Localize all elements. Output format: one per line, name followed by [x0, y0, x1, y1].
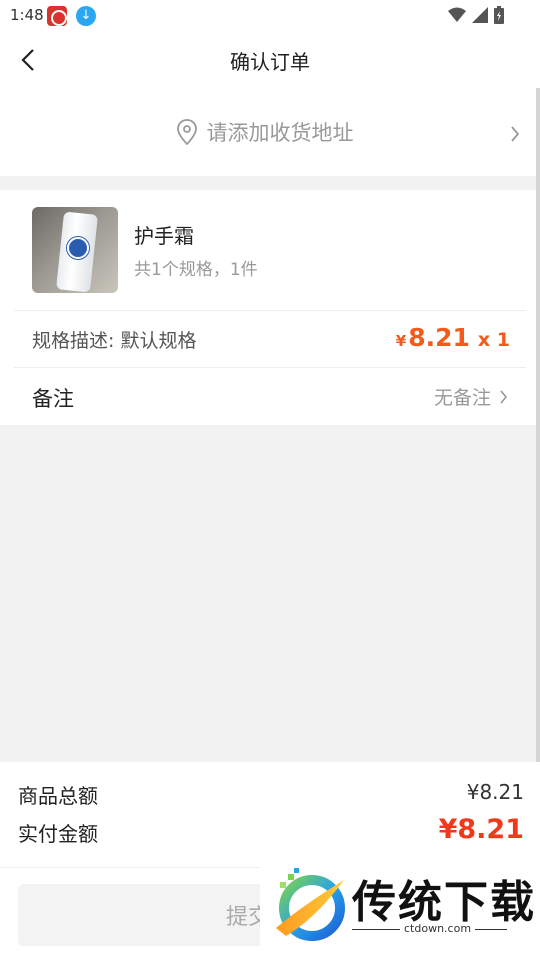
remark-selector[interactable]: 无备注: [434, 383, 508, 410]
signal-icon: [472, 7, 488, 23]
divider: [14, 310, 526, 311]
notification-app-icon: [47, 6, 67, 26]
status-bar: 1:48 ↓: [0, 0, 540, 32]
product-name: 护手霜: [134, 224, 194, 248]
goods-total-label: 商品总额: [18, 784, 98, 808]
battery-icon: [494, 6, 504, 24]
chevron-right-icon: [511, 126, 520, 142]
remark-label: 备注: [32, 387, 74, 411]
scrollbar[interactable]: [536, 88, 540, 788]
spec-description: 规格描述: 默认规格: [32, 330, 197, 352]
address-placeholder: 请添加收货地址: [206, 121, 354, 145]
price-amount: 8.21: [408, 323, 470, 352]
product-thumbnail[interactable]: [32, 207, 118, 293]
spec-price: ¥ 8.21 x 1: [396, 323, 510, 352]
page-title: 确认订单: [230, 50, 310, 74]
paid-amount-label: 实付金额: [18, 822, 98, 846]
add-address-row[interactable]: 请添加收货地址: [0, 88, 540, 176]
download-icon: ↓: [76, 6, 96, 26]
price-currency: ¥: [395, 332, 407, 350]
product-summary: 共1个规格，1件: [134, 260, 258, 280]
price-quantity: x 1: [477, 329, 510, 351]
chevron-right-icon: [500, 389, 508, 404]
wifi-icon: [448, 7, 466, 22]
brand-logo-icon: [276, 868, 345, 941]
brand-name: 传统下载: [352, 877, 536, 928]
nav-header: 确认订单: [0, 32, 540, 88]
paid-amount-value: ¥8.21: [438, 814, 524, 845]
watermark-overlay: 传统下载 ctdown.com: [260, 858, 540, 960]
remark-value: 无备注: [433, 387, 491, 409]
system-indicators: [448, 5, 504, 25]
product-seal-graphic: [67, 237, 89, 259]
brand-url: ctdown.com: [400, 922, 476, 935]
location-pin-icon: [176, 119, 197, 145]
divider: [14, 367, 526, 368]
status-time: 1:48: [10, 6, 44, 24]
order-summary: 商品总额 ¥8.21 实付金额 ¥8.21: [0, 762, 540, 867]
goods-total-value: ¥8.21: [466, 780, 524, 804]
